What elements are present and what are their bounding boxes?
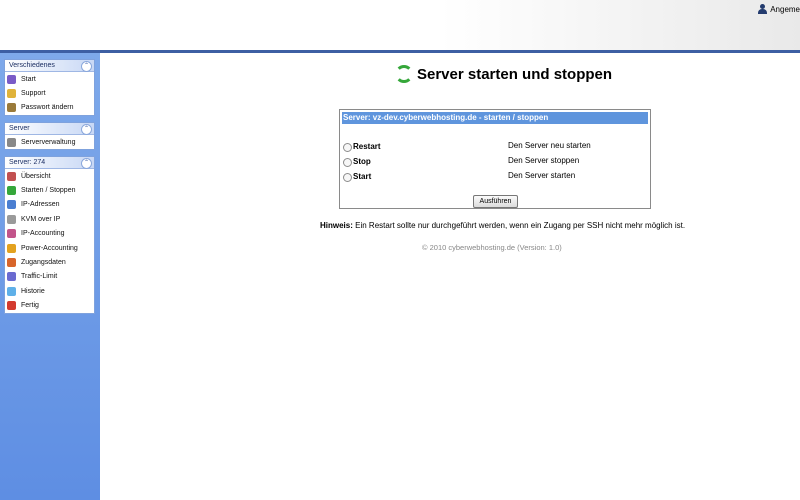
panel-verschiedenes: Verschiedenes ⌃ Start Support Passwort ä… (4, 59, 95, 117)
sidebar-item-zugangsdaten[interactable]: Zugangsdaten (5, 255, 94, 269)
user-icon (758, 4, 768, 14)
server-icon (7, 137, 16, 147)
hint-body: Ein Restart sollte nur durchgeführt werd… (352, 221, 686, 230)
panel-header[interactable]: Server: 274 ⌃ (5, 157, 94, 169)
collapse-icon[interactable]: ⌃ (81, 124, 92, 135)
radio-start[interactable] (343, 173, 352, 182)
option-description: Den Server starten (508, 171, 576, 180)
sidebar-item-label: Start (21, 75, 36, 83)
panel-title: Verschiedenes (9, 62, 55, 69)
check-icon (7, 301, 16, 311)
kvm-icon (7, 214, 16, 224)
execute-button[interactable]: Ausführen (473, 195, 518, 208)
collapse-icon[interactable]: ⌃ (81, 158, 92, 169)
main-content: Server starten und stoppen Server: vz-de… (100, 53, 800, 500)
panel-title: Server (9, 125, 30, 132)
server-action-form: Server: vz-dev.cyberwebhosting.de - star… (339, 109, 651, 209)
option-label: Start (353, 172, 372, 181)
sidebar-item-label: Historie (21, 287, 45, 295)
panel-title: Server: 274 (9, 159, 46, 166)
option-description: Den Server stoppen (508, 156, 580, 165)
collapse-icon[interactable]: ⌃ (81, 61, 92, 72)
sidebar-item-label: Power-Accounting (21, 244, 78, 252)
sidebar-item-label: KVM over IP (21, 215, 61, 223)
panel-header[interactable]: Server ⌃ (5, 123, 94, 135)
form-header: Server: vz-dev.cyberwebhosting.de - star… (342, 112, 648, 124)
sidebar-item-start[interactable]: Start (5, 72, 94, 86)
user-label[interactable]: Angeme (770, 5, 800, 14)
sidebar-item-label: Starten / Stoppen (21, 187, 76, 195)
option-restart[interactable]: Restart Den Server neu starten (343, 141, 643, 153)
panel-server-274: Server: 274 ⌃ Übersicht Starten / Stoppe… (4, 156, 95, 314)
sidebar-item-starten-stoppen[interactable]: Starten / Stoppen (5, 183, 94, 197)
option-stop[interactable]: Stop Den Server stoppen (343, 156, 643, 168)
user-menu[interactable]: Angeme (758, 4, 800, 14)
sidebar-item-label: Zugangsdaten (21, 259, 66, 267)
sidebar-item-ip-accounting[interactable]: IP-Accounting (5, 227, 94, 241)
page-title: Server starten und stoppen (395, 65, 612, 83)
panel-server: Server ⌃ Serververwaltung (4, 122, 95, 151)
power-icon (7, 243, 16, 253)
radio-stop[interactable] (343, 158, 352, 167)
sidebar-item-label: Serververwaltung (21, 138, 76, 146)
footer-copyright: © 2010 cyberwebhosting.de (Version: 1.0) (422, 243, 562, 252)
sidebar-item-label: IP-Accounting (21, 230, 65, 238)
sidebar-item-support[interactable]: Support (5, 86, 94, 100)
sidebar-item-uebersicht[interactable]: Übersicht (5, 169, 94, 183)
sidebar-item-historie[interactable]: Historie (5, 284, 94, 298)
panel-header[interactable]: Verschiedenes ⌃ (5, 60, 94, 72)
support-icon (7, 89, 16, 99)
sidebar-item-traffic-limit[interactable]: Traffic-Limit (5, 270, 94, 284)
sidebar-item-label: IP-Adressen (21, 201, 60, 209)
overview-icon (7, 171, 16, 181)
option-label: Restart (353, 142, 381, 151)
sidebar-item-kvm[interactable]: KVM over IP (5, 212, 94, 226)
chart-icon (7, 229, 16, 239)
sidebar-item-passwort[interactable]: Passwort ändern (5, 101, 94, 115)
history-icon (7, 286, 16, 296)
hint-label: Hinweis: (320, 221, 353, 230)
sidebar-item-label: Support (21, 90, 46, 98)
option-description: Den Server neu starten (508, 141, 591, 150)
sidebar-item-label: Fertig (21, 302, 39, 310)
page-title-text: Server starten und stoppen (417, 65, 613, 83)
sidebar-item-power-accounting[interactable]: Power-Accounting (5, 241, 94, 255)
radio-restart[interactable] (343, 143, 352, 152)
traffic-icon (7, 272, 16, 282)
refresh-icon (7, 186, 16, 196)
sidebar-item-fertig[interactable]: Fertig (5, 299, 94, 313)
sidebar: Verschiedenes ⌃ Start Support Passwort ä… (0, 53, 100, 500)
refresh-icon (395, 65, 413, 83)
sidebar-item-ip-adressen[interactable]: IP-Adressen (5, 198, 94, 212)
ip-icon (7, 200, 16, 210)
top-bar: Angeme (0, 0, 800, 50)
option-start[interactable]: Start Den Server starten (343, 171, 643, 183)
sidebar-item-label: Traffic-Limit (21, 273, 58, 281)
sidebar-item-label: Übersicht (21, 172, 51, 180)
hint-text: Hinweis: Ein Restart sollte nur durchgef… (320, 221, 685, 230)
key-icon (7, 258, 16, 268)
people-icon (7, 74, 16, 84)
option-label: Stop (353, 157, 371, 166)
sidebar-item-serververwaltung[interactable]: Serververwaltung (5, 135, 94, 149)
lock-icon (7, 103, 16, 113)
sidebar-item-label: Passwort ändern (21, 104, 74, 112)
